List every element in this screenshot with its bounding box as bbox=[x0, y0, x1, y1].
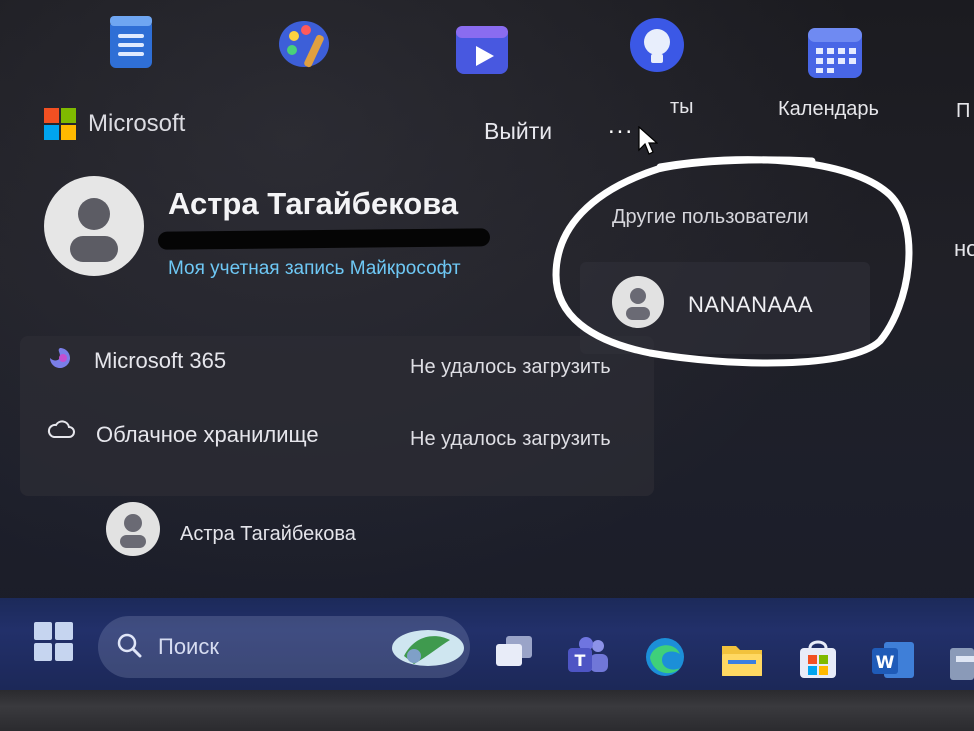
microsoft-365-icon bbox=[50, 348, 70, 368]
cloud-storage-status: Не удалось загрузить bbox=[410, 428, 611, 450]
more-options-button[interactable]: ... bbox=[608, 112, 634, 140]
account-user-name: Астра Тагайбекова bbox=[168, 186, 459, 221]
word-icon[interactable]: W bbox=[870, 640, 916, 680]
hand-drawn-circle-annotation bbox=[552, 156, 913, 367]
bottom-user-name[interactable]: Астра Тагайбекова bbox=[180, 523, 356, 546]
tips-app-icon[interactable] bbox=[628, 16, 686, 76]
microsoft-365-label: Microsoft 365 bbox=[94, 348, 227, 373]
microsoft-logo-icon bbox=[44, 108, 76, 140]
start-menu-screen: ты Календарь П Microsoft Выйти ... Астра… bbox=[0, 0, 974, 690]
video-editor-app-icon[interactable] bbox=[452, 18, 512, 78]
app-label-partial-right[interactable]: П bbox=[956, 100, 970, 123]
calendar-app-icon[interactable] bbox=[806, 22, 864, 82]
right-edge-partial-text: но bbox=[954, 236, 974, 261]
mouse-cursor-icon bbox=[638, 126, 658, 155]
edge-icon[interactable] bbox=[644, 636, 686, 678]
person-icon bbox=[70, 198, 118, 262]
laptop-bezel bbox=[0, 690, 974, 731]
svg-text:W: W bbox=[876, 653, 895, 673]
windows-start-icon[interactable] bbox=[34, 622, 74, 662]
app-partial-icon[interactable] bbox=[944, 646, 974, 682]
user-avatar[interactable] bbox=[44, 176, 144, 276]
bottom-user-avatar[interactable] bbox=[106, 502, 160, 556]
search-input-placeholder[interactable]: Поиск bbox=[158, 634, 219, 660]
app-label-partial[interactable]: ты bbox=[670, 96, 694, 119]
search-highlight-icon bbox=[392, 630, 464, 666]
person-icon bbox=[120, 514, 146, 548]
notepad-app-icon[interactable] bbox=[106, 14, 156, 70]
svg-text:T: T bbox=[575, 651, 586, 670]
microsoft-brand-label: Microsoft bbox=[88, 110, 186, 137]
my-microsoft-account-link[interactable]: Моя учетная запись Майкрософт bbox=[168, 258, 461, 280]
cloud-icon bbox=[47, 420, 75, 438]
paint-app-icon[interactable] bbox=[276, 14, 334, 72]
microsoft-store-icon[interactable] bbox=[796, 638, 840, 680]
redacted-email-mark bbox=[157, 228, 491, 250]
sign-out-button[interactable]: Выйти bbox=[484, 118, 552, 145]
cloud-storage-label: Облачное хранилище bbox=[96, 422, 319, 447]
app-label-calendar[interactable]: Календарь bbox=[778, 98, 879, 121]
teams-icon[interactable]: T bbox=[566, 636, 610, 676]
search-icon bbox=[117, 633, 142, 658]
task-view-icon[interactable] bbox=[494, 634, 534, 670]
file-explorer-icon[interactable] bbox=[720, 640, 764, 678]
